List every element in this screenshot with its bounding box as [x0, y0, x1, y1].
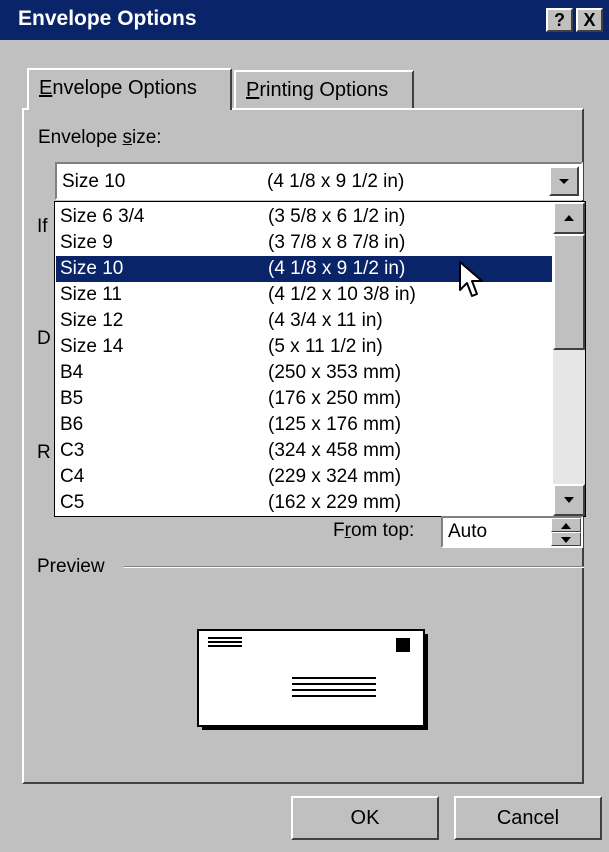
tab-printing-options-label: rinting Options	[259, 79, 389, 101]
preview-group-divider	[124, 566, 584, 568]
scroll-up-button[interactable]	[553, 202, 585, 234]
list-item-name: Size 12	[60, 310, 124, 331]
envelope-preview	[197, 629, 428, 730]
scroll-thumb[interactable]	[553, 234, 585, 350]
preview-label: Preview	[37, 556, 105, 577]
from-top-value: Auto	[448, 521, 488, 542]
list-item-name: Size 6 3/4	[60, 206, 145, 227]
list-item-name: B6	[60, 414, 84, 435]
tab-envelope-options[interactable]: Envelope Options	[27, 68, 232, 110]
list-item-name: C5	[60, 492, 85, 513]
combo-dropdown-button[interactable]	[549, 166, 579, 196]
from-top-label-pre: F	[333, 520, 345, 541]
help-button[interactable]: ?	[546, 8, 573, 32]
tab-envelope-options-label: nvelope Options	[52, 77, 197, 99]
envelope-size-label-post: ize:	[132, 127, 162, 148]
tab-printing-options[interactable]: Printing Options	[234, 70, 414, 108]
window-title: Envelope Options	[18, 7, 197, 30]
list-item-dims: (4 1/2 x 10 3/8 in)	[268, 284, 416, 305]
ok-button[interactable]: OK	[291, 796, 439, 840]
list-item-dims: (324 x 458 mm)	[268, 440, 402, 461]
combo-selected-name: Size 10	[62, 171, 126, 192]
list-item[interactable]: Size 6 3/4 (3 5/8 x 6 1/2 in)	[56, 204, 552, 230]
d-label: D	[37, 328, 51, 349]
list-item-dims: (125 x 176 mm)	[268, 414, 402, 435]
list-item-dims: (176 x 250 mm)	[268, 388, 402, 409]
chevron-up-icon	[561, 523, 571, 529]
from-top-label: From top:	[333, 520, 414, 542]
close-button[interactable]: X	[576, 8, 603, 32]
mouse-cursor-icon	[459, 261, 483, 297]
list-item[interactable]: B4 (250 x 353 mm)	[56, 360, 552, 386]
list-item[interactable]: Size 12 (4 3/4 x 11 in)	[56, 308, 552, 334]
spin-down-button[interactable]	[551, 532, 581, 546]
list-item-dims: (4 3/4 x 11 in)	[268, 310, 383, 331]
list-item-dims: (162 x 229 mm)	[268, 492, 402, 513]
list-item-name: Size 11	[60, 284, 122, 305]
list-item-dims: (3 7/8 x 8 7/8 in)	[268, 232, 406, 253]
list-item-dims: (229 x 324 mm)	[268, 466, 402, 487]
list-item-name: Size 9	[60, 232, 113, 253]
list-item[interactable]: C5 (162 x 229 mm)	[56, 490, 552, 516]
from-top-label-post: om top:	[350, 520, 415, 541]
tab-envelope-options-key: E	[39, 77, 53, 99]
envelope-size-combo[interactable]: Size 10 (4 1/8 x 9 1/2 in)	[55, 162, 583, 200]
cancel-button[interactable]: Cancel	[454, 796, 602, 840]
r-label: R	[37, 442, 51, 463]
envelope-size-dropdown[interactable]: Size 6 3/4 (3 5/8 x 6 1/2 in) Size 9 (3 7/8…	[54, 201, 586, 517]
list-item-name: Size 10	[60, 258, 124, 279]
list-item[interactable]: C3 (324 x 458 mm)	[56, 438, 552, 464]
chevron-down-icon	[559, 179, 569, 184]
list-item-dims: (250 x 353 mm)	[268, 362, 402, 383]
envelope-size-label: Envelope size:	[38, 127, 162, 149]
list-item[interactable]: B5 (176 x 250 mm)	[56, 386, 552, 412]
tab-printing-options-key: P	[246, 79, 260, 101]
if-label: If	[37, 216, 48, 237]
list-item-dims: (5 x 11 1/2 in)	[268, 336, 383, 357]
chevron-down-icon	[561, 537, 571, 543]
chevron-up-icon	[564, 215, 574, 221]
list-item-name: B5	[60, 388, 84, 409]
scroll-down-button[interactable]	[553, 484, 585, 516]
list-item-name: C4	[60, 466, 85, 487]
list-item-name: Size 14	[60, 336, 124, 357]
list-item-dims: (4 1/8 x 9 1/2 in)	[268, 258, 406, 279]
list-item-name: C3	[60, 440, 85, 461]
from-top-spinner[interactable]	[551, 518, 581, 546]
list-item-name: B4	[60, 362, 84, 383]
list-item[interactable]: Size 14 (5 x 11 1/2 in)	[56, 334, 552, 360]
list-item[interactable]: C4 (229 x 324 mm)	[56, 464, 552, 490]
chevron-down-icon	[564, 497, 574, 503]
title-bar: Envelope Options ? X	[0, 0, 609, 40]
list-item[interactable]: Size 9 (3 7/8 x 8 7/8 in)	[56, 230, 552, 256]
from-top-field[interactable]: Auto	[441, 516, 583, 548]
envelope-size-label-pre: Envelope	[38, 127, 123, 148]
envelope-size-label-key: s	[122, 127, 133, 148]
list-item[interactable]: B6 (125 x 176 mm)	[56, 412, 552, 438]
dropdown-scrollbar[interactable]	[553, 202, 585, 516]
list-item-dims: (3 5/8 x 6 1/2 in)	[268, 206, 406, 227]
spin-up-button[interactable]	[551, 518, 581, 532]
combo-selected-dims: (4 1/8 x 9 1/2 in)	[267, 171, 405, 192]
